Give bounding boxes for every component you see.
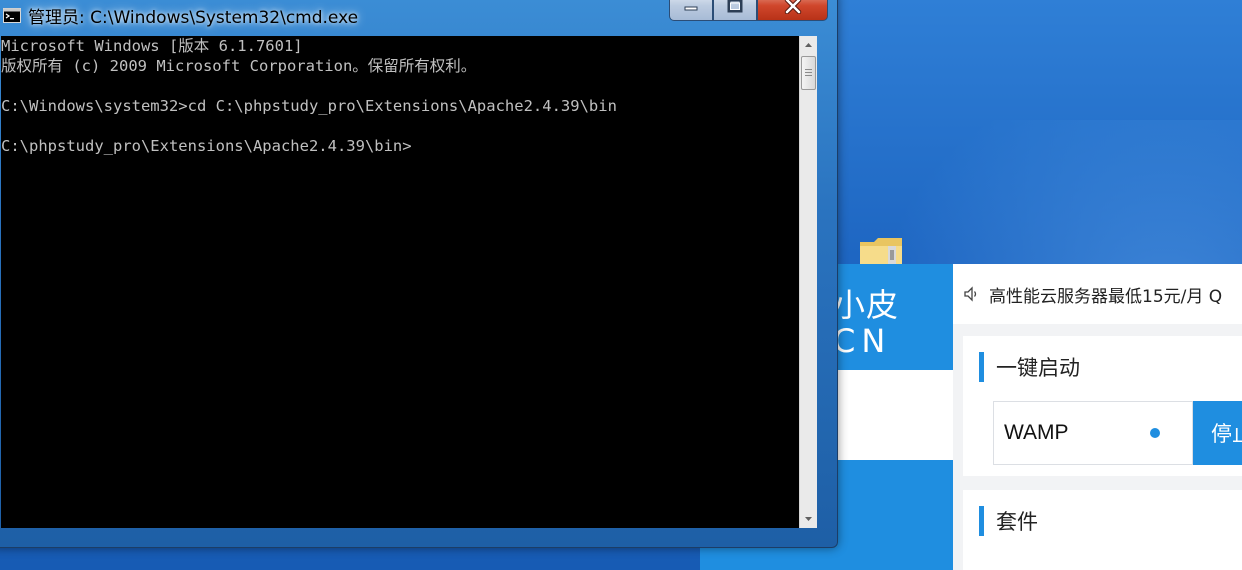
window-title: 管理员: C:\Windows\System32\cmd.exe [28, 8, 359, 28]
scroll-down-button[interactable] [800, 510, 817, 528]
minimize-icon [684, 6, 698, 10]
app-logo-subtext: CN [833, 322, 892, 360]
quick-start-card: 一键启动 WAMP 停止 [963, 336, 1242, 476]
maximize-button[interactable] [713, 0, 757, 21]
status-dot [1150, 428, 1160, 438]
suite-card: 套件 [963, 490, 1242, 570]
close-icon [784, 0, 801, 14]
vertical-scrollbar[interactable] [799, 36, 817, 528]
app-main: 高性能云服务器最低15元/月 Q 一键启动 WAMP 停止 套件 [953, 264, 1242, 570]
quick-start-title: 一键启动 [979, 352, 1080, 382]
thumb-grip [805, 72, 812, 73]
folder-icon[interactable] [858, 236, 904, 266]
cmd-window: 管理员: C:\Windows\System32\cmd.exe Microso… [0, 0, 838, 548]
service-name: WAMP [1004, 421, 1069, 444]
close-button[interactable] [757, 0, 828, 21]
console-line: C:\Windows\system32>cd C:\phpstudy_pro\E… [1, 97, 617, 115]
minimize-button[interactable] [669, 0, 713, 21]
scroll-thumb[interactable] [801, 56, 816, 90]
chevron-up-icon [805, 43, 812, 47]
console-output[interactable]: Microsoft Windows [版本 6.1.7601] 版权所有 (c)… [1, 36, 799, 528]
title-bar[interactable]: 管理员: C:\Windows\System32\cmd.exe [0, 0, 837, 36]
chevron-down-icon [805, 517, 812, 521]
stop-button[interactable]: 停止 [1193, 401, 1242, 465]
console-prompt[interactable]: C:\phpstudy_pro\Extensions\Apache2.4.39\… [1, 136, 799, 156]
maximize-icon [727, 0, 743, 12]
notice-text[interactable]: 高性能云服务器最低15元/月 Q [989, 282, 1222, 307]
thumb-grip [805, 69, 812, 70]
cmd-icon [3, 8, 21, 23]
app-logo-text: 小皮 [833, 286, 900, 324]
console-line: Microsoft Windows [版本 6.1.7601] [1, 37, 303, 55]
speaker-icon [964, 286, 977, 302]
scroll-up-button[interactable] [800, 36, 817, 54]
suite-title: 套件 [979, 506, 1038, 536]
notice-bar[interactable]: 高性能云服务器最低15元/月 Q [953, 264, 1242, 324]
thumb-grip [805, 75, 812, 76]
console-line: 版权所有 (c) 2009 Microsoft Corporation。保留所有… [1, 57, 477, 75]
service-item-wamp[interactable]: WAMP [993, 401, 1193, 465]
